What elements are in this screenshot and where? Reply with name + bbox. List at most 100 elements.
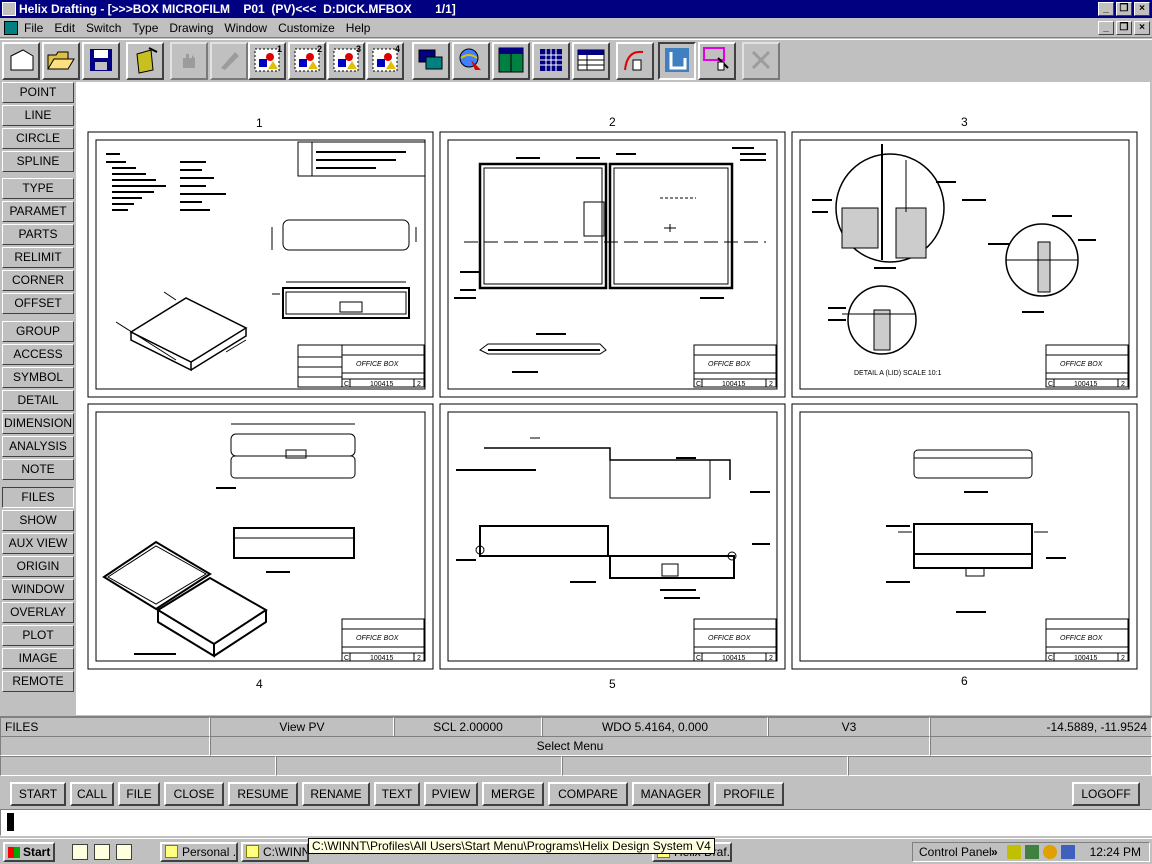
disabled-button[interactable]: [742, 42, 780, 80]
svg-text:2: 2: [417, 381, 421, 388]
restore-button[interactable]: ❐: [1116, 2, 1132, 16]
logoff-button[interactable]: LOGOFF: [1072, 782, 1140, 806]
menu-edit[interactable]: Edit: [54, 21, 75, 35]
merge-button[interactable]: MERGE: [482, 782, 544, 806]
resume-button[interactable]: RESUME: [228, 782, 298, 806]
text-button[interactable]: TEXT: [374, 782, 420, 806]
status-bar: FILES View PV SCL 2.00000 WDO 5.4164, 0.…: [0, 716, 1152, 737]
return-button[interactable]: [658, 42, 696, 80]
view-3-button[interactable]: 3: [327, 42, 365, 80]
table-icon: [576, 47, 606, 76]
profile-button[interactable]: PROFILE: [714, 782, 784, 806]
app-icon[interactable]: [2, 2, 16, 16]
sidebar-item-show[interactable]: SHOW: [2, 510, 74, 531]
view-4-button[interactable]: 4: [366, 42, 404, 80]
status-scale: SCL 2.00000: [394, 717, 542, 737]
sidebar-item-corner[interactable]: CORNER: [2, 270, 74, 291]
notepad-icon[interactable]: [94, 844, 110, 860]
grid-button[interactable]: [532, 42, 570, 80]
sidebar-item-plot[interactable]: PLOT: [2, 625, 74, 646]
svg-text:C: C: [344, 655, 349, 662]
desktop-icon[interactable]: [72, 844, 88, 860]
drawing-canvas[interactable]: 1 2 3 4 5 6 OFFICE BOX 100415 C 2 OFFICE BO…: [76, 82, 1150, 715]
speaker-icon[interactable]: [1007, 845, 1021, 859]
windows-button[interactable]: [412, 42, 450, 80]
start-command-button[interactable]: START: [10, 782, 66, 806]
doc-close-button[interactable]: ×: [1134, 21, 1150, 35]
file-button[interactable]: FILE: [118, 782, 160, 806]
monitor-icon[interactable]: [1061, 845, 1075, 859]
sidebar-item-analysis[interactable]: ANALYSIS: [2, 436, 74, 457]
menu-customize[interactable]: Customize: [278, 21, 335, 35]
menu-drawing[interactable]: Drawing: [169, 21, 213, 35]
menu-type[interactable]: Type: [132, 21, 158, 35]
sidebar-item-aux-view[interactable]: AUX VIEW: [2, 533, 74, 554]
sidebar-item-parts[interactable]: PARTS: [2, 224, 74, 245]
save-button[interactable]: [82, 42, 120, 80]
svg-text:2: 2: [769, 381, 773, 388]
sidebar-item-note[interactable]: NOTE: [2, 459, 74, 480]
sidebar-item-files[interactable]: FILES: [2, 487, 74, 508]
sidebar-item-paramet[interactable]: PARAMET: [2, 201, 74, 222]
sidebar-item-type[interactable]: TYPE: [2, 178, 74, 199]
drawing-sheets[interactable]: 1 2 3 4 5 6 OFFICE BOX 100415 C 2 OFFICE BO…: [76, 82, 1150, 715]
sidebar-item-point[interactable]: POINT: [2, 82, 74, 103]
start-menu-tooltip: C:\WINNT\Profiles\All Users\Start Menu\P…: [308, 838, 715, 854]
doc-minimize-button[interactable]: _: [1098, 21, 1114, 35]
curve-button[interactable]: [616, 42, 654, 80]
pview-button[interactable]: PVIEW: [424, 782, 478, 806]
sidebar-item-relimit[interactable]: RELIMIT: [2, 247, 74, 268]
layout-button[interactable]: [492, 42, 530, 80]
open-button[interactable]: [42, 42, 80, 80]
menu-file[interactable]: File: [24, 21, 43, 35]
hand-button[interactable]: [170, 42, 208, 80]
menu-window[interactable]: Window: [224, 21, 267, 35]
schedule-icon[interactable]: [1043, 845, 1057, 859]
sidebar-item-access[interactable]: ACCESS: [2, 344, 74, 365]
pencil-button[interactable]: [210, 42, 248, 80]
sidebar-item-offset[interactable]: OFFSET: [2, 293, 74, 314]
view-1-button[interactable]: 1: [248, 42, 286, 80]
sidebar-item-image[interactable]: IMAGE: [2, 648, 74, 669]
globe-pointer-button[interactable]: [452, 42, 490, 80]
document-icon[interactable]: [4, 20, 18, 35]
select-box-button[interactable]: [698, 42, 736, 80]
doc-restore-button[interactable]: ❐: [1116, 21, 1132, 35]
toolbar: 1 2 3 4: [0, 39, 1152, 81]
manager-button[interactable]: MANAGER: [632, 782, 710, 806]
sidebar-item-window[interactable]: WINDOW: [2, 579, 74, 600]
minimize-button[interactable]: _: [1098, 2, 1114, 16]
sidebar-item-circle[interactable]: CIRCLE: [2, 128, 74, 149]
task-personal[interactable]: Personal ...: [160, 842, 238, 862]
sidebar-item-line[interactable]: LINE: [2, 105, 74, 126]
sidebar-item-overlay[interactable]: OVERLAY: [2, 602, 74, 623]
sidebar-item-spline[interactable]: SPLINE: [2, 151, 74, 172]
sidebar-item-dimension[interactable]: DIMENSION: [2, 413, 74, 434]
close-command-button[interactable]: CLOSE: [164, 782, 224, 806]
menu-help[interactable]: Help: [346, 21, 371, 35]
compare-button[interactable]: COMPARE: [548, 782, 628, 806]
sheet-3-label: 3: [961, 115, 968, 129]
svg-text:2: 2: [417, 655, 421, 662]
call-button[interactable]: CALL: [70, 782, 114, 806]
command-input[interactable]: [0, 809, 1152, 836]
chevron-icon[interactable]: »: [991, 843, 998, 861]
menu-switch[interactable]: Switch: [86, 21, 121, 35]
rename-button[interactable]: RENAME: [302, 782, 370, 806]
close-button[interactable]: ×: [1134, 2, 1150, 16]
start-button[interactable]: Start: [3, 842, 55, 862]
network-icon[interactable]: [1025, 845, 1039, 859]
status-view: View PV: [210, 717, 394, 737]
sidebar-item-remote[interactable]: REMOTE: [2, 671, 74, 692]
new-sheet-button[interactable]: [2, 42, 40, 80]
explorer-icon[interactable]: [116, 844, 132, 860]
task-winnt[interactable]: C:\WINNT: [241, 842, 309, 862]
control-panel-label[interactable]: Control Panel: [919, 843, 992, 861]
sidebar-item-group[interactable]: GROUP: [2, 321, 74, 342]
sidebar-item-origin[interactable]: ORIGIN: [2, 556, 74, 577]
sidebar-item-detail[interactable]: DETAIL: [2, 390, 74, 411]
sidebar-item-symbol[interactable]: SYMBOL: [2, 367, 74, 388]
table-button[interactable]: [572, 42, 610, 80]
notebook-button[interactable]: [126, 42, 164, 80]
view-2-button[interactable]: 2: [288, 42, 326, 80]
